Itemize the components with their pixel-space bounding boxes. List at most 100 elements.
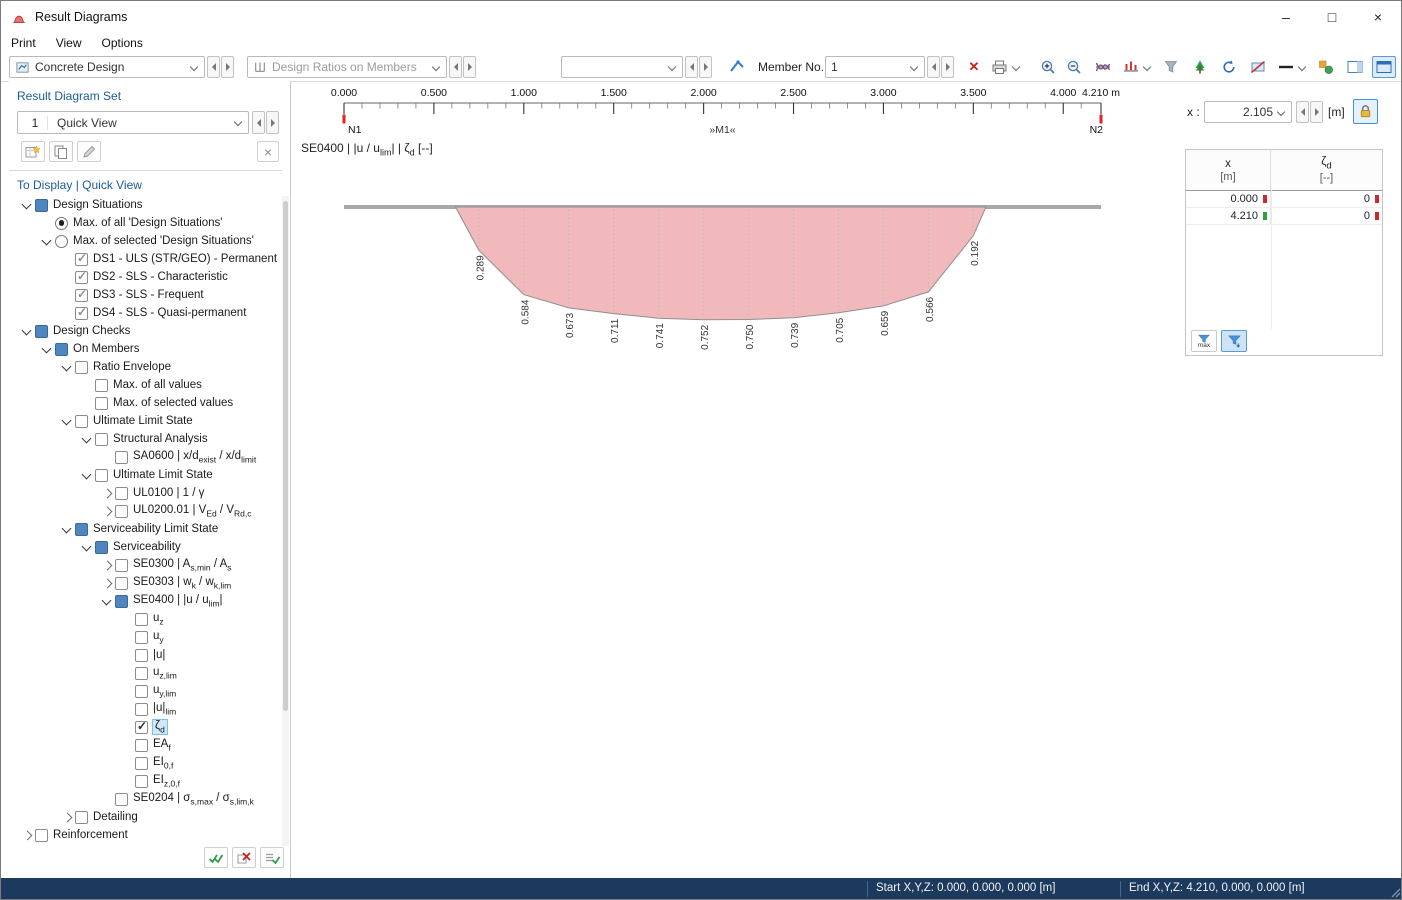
checkbox[interactable] [55,343,68,356]
tree-item[interactable]: EI0,f [9,754,281,772]
tree-item[interactable]: Ultimate Limit State [9,412,281,430]
tree-item[interactable]: uz,lim [9,664,281,682]
clear-set-button[interactable]: × [257,141,279,162]
checkbox[interactable] [95,469,108,482]
refresh-button[interactable] [1217,56,1241,78]
checkbox[interactable] [35,325,48,338]
checkbox[interactable] [135,775,148,788]
tree-scrollbar[interactable] [282,196,289,846]
resize-grip[interactable] [1388,885,1402,899]
result-values-button[interactable] [1120,56,1154,78]
checkbox[interactable] [95,397,108,410]
delete-result-diagram-button[interactable]: ✕ [963,56,985,78]
tree-item[interactable]: Max. of all 'Design Situations' [9,214,281,232]
zoom-in-button[interactable] [1037,56,1059,78]
tree-item[interactable]: uz [9,610,281,628]
checkbox[interactable] [115,793,128,806]
expander-icon[interactable] [39,234,55,248]
print-button[interactable] [989,56,1023,78]
set-next-button[interactable] [266,111,279,134]
tree-item[interactable]: Serviceability [9,538,281,556]
expander-icon[interactable] [19,828,35,842]
checkbox[interactable] [75,271,88,284]
checkbox[interactable] [75,415,88,428]
member-prev-button[interactable] [927,56,940,78]
result-type-next-button[interactable] [463,56,476,78]
tree-item[interactable]: SE0300 | As,min / As [9,556,281,574]
tree-item[interactable]: SE0400 | |u / ulim| [9,592,281,610]
checkbox[interactable] [135,703,148,716]
checkbox[interactable] [95,433,108,446]
checkbox[interactable] [135,685,148,698]
menu-options[interactable]: Options [91,36,152,50]
tree-item[interactable]: uy [9,628,281,646]
design-case-combo[interactable]: Concrete Design [9,56,205,78]
select-all-checks-button[interactable] [204,847,228,868]
member-next-button[interactable] [941,56,954,78]
expander-icon[interactable] [99,576,115,590]
line-style-button[interactable] [1275,56,1309,78]
tree-item[interactable]: DS2 - SLS - Characteristic [9,268,281,286]
design-case-prev-button[interactable] [207,56,220,78]
expander-icon[interactable] [59,414,75,428]
x-position-combo[interactable]: 2.105 [1204,101,1292,123]
expander-icon[interactable] [59,360,75,374]
secondary-combo[interactable] [561,56,683,78]
checkbox[interactable] [75,811,88,824]
zoom-out-button[interactable] [1063,56,1085,78]
tree-item[interactable]: SE0303 | wk / wk,lim [9,574,281,592]
tree-item[interactable]: SA0600 | x/dexist / x/dlimit [9,448,281,466]
dock-button[interactable] [1372,56,1396,78]
edit-set-button[interactable] [77,141,101,162]
expander-icon[interactable] [99,486,115,500]
x-next-button[interactable] [1310,101,1323,123]
checkbox[interactable] [95,541,108,554]
scrollbar-thumb[interactable] [283,201,288,711]
tree-item[interactable]: Max. of selected values [9,394,281,412]
tree-item[interactable]: DS1 - ULS (STR/GEO) - Permanent ... [9,250,281,268]
display-properties-button[interactable] [1314,56,1338,78]
table-row[interactable]: 0.0000 [1186,191,1382,208]
tree-item[interactable]: UL0200.01 | VEd / VRd,c [9,502,281,520]
tree-item[interactable]: SE0204 | σs,max / σs,lim,k [9,790,281,808]
lock-x-button[interactable] [1353,99,1378,124]
expander-icon[interactable] [39,342,55,356]
tree-item[interactable]: EAf [9,736,281,754]
filter-button[interactable] [1159,56,1183,78]
tree-item[interactable]: Design Situations [9,196,281,214]
checkbox[interactable] [135,613,148,626]
expander-icon[interactable] [59,810,75,824]
checkbox[interactable] [75,253,88,266]
checkbox[interactable] [115,577,128,590]
tree-item[interactable]: Reinforcement [9,826,281,844]
x-prev-button[interactable] [1296,101,1309,123]
checkbox[interactable] [75,307,88,320]
tree-item[interactable]: |u|lim [9,700,281,718]
checkbox[interactable] [115,451,128,464]
radio-button[interactable] [55,235,68,248]
checkbox[interactable] [115,559,128,572]
new-set-button[interactable] [21,141,45,162]
tree-item[interactable]: DS4 - SLS - Quasi-permanent [9,304,281,322]
checkbox[interactable] [135,649,148,662]
checkbox[interactable] [115,595,128,608]
tree-item[interactable]: EIz,0,f [9,772,281,790]
checkbox[interactable] [135,757,148,770]
menu-view[interactable]: View [46,36,92,50]
member-no-combo[interactable]: 1 [825,56,925,78]
secondary-prev-button[interactable] [685,56,698,78]
checkbox[interactable] [135,721,148,734]
deselect-checks-button[interactable] [232,847,256,868]
tree-item[interactable]: UL0100 | 1 / γ [9,484,281,502]
expander-icon[interactable] [99,558,115,572]
checkbox[interactable] [135,631,148,644]
panel-button[interactable] [1343,56,1367,78]
results-display-button[interactable] [1091,56,1115,78]
expander-icon[interactable] [79,432,95,446]
tree-item[interactable]: ζd [9,718,281,736]
checkbox[interactable] [135,739,148,752]
tree-item[interactable]: Max. of selected 'Design Situations' [9,232,281,250]
checkbox[interactable] [115,505,128,518]
diagram-set-combo[interactable]: 1 Quick View [17,111,249,134]
tree-item[interactable]: Ultimate Limit State [9,466,281,484]
